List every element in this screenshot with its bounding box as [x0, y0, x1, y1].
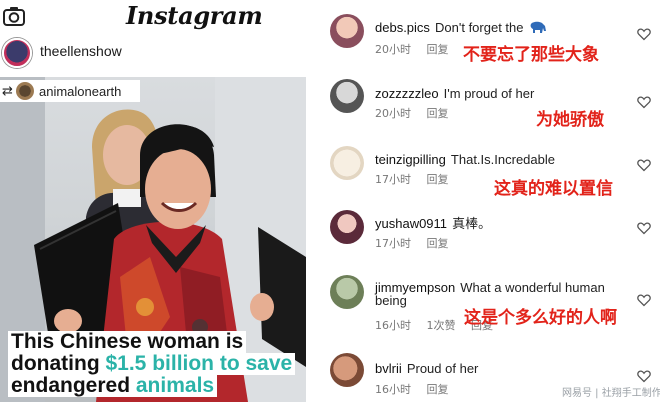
comment-item: zozzzzzleo I'm proud of her 20小时 回复 为她骄傲 — [318, 67, 660, 131]
comment-time: 16小时 — [375, 383, 411, 396]
comment-username[interactable]: zozzzzzleo — [375, 86, 439, 101]
commenter-avatar[interactable] — [330, 210, 364, 244]
comment-text: Proud of her — [406, 361, 479, 376]
caption-line-1: This Chinese woman is — [8, 331, 247, 353]
post-caption: This Chinese woman is donating $1.5 bill… — [8, 331, 306, 397]
heart-icon[interactable] — [637, 221, 651, 235]
camera-icon[interactable] — [3, 6, 25, 26]
caption-amount: $1.5 billion to save — [105, 352, 293, 375]
reply-button[interactable]: 回复 — [427, 173, 449, 186]
heart-icon[interactable] — [637, 95, 651, 109]
heart-icon[interactable] — [637, 158, 651, 172]
comment-username[interactable]: yushaw0911 — [375, 216, 447, 231]
heart-icon[interactable] — [637, 369, 651, 383]
comment-meta: 17小时 回复 — [375, 171, 461, 187]
reply-button[interactable]: 回复 — [427, 43, 449, 56]
heart-icon[interactable] — [637, 293, 651, 307]
comment-meta: 20小时 回复 — [375, 105, 461, 121]
reply-button[interactable]: 回复 — [427, 237, 449, 250]
app-logo: Instagram — [126, 1, 263, 30]
comment-translation: 这是个多么好的人啊 — [464, 308, 617, 328]
comment-body: yushaw0911 真棒。 — [375, 213, 491, 232]
comment-text: That.Is.Incredable — [450, 152, 555, 167]
repost-icon: ⇄ — [2, 84, 13, 99]
comment-text: I'm proud of her — [443, 86, 535, 101]
caption-line-2: donating $1.5 billion to save — [8, 352, 296, 375]
comment-time: 20小时 — [375, 107, 411, 120]
comment-body: bvlrii Proud of her — [375, 358, 478, 377]
elephant-icon — [530, 21, 546, 33]
author-username[interactable]: theellenshow — [40, 43, 122, 59]
comment-time: 20小时 — [375, 43, 411, 56]
comment-meta: 16小时 回复 — [375, 381, 461, 397]
comment-body: debs.pics Don't forget the — [375, 17, 547, 36]
comment-time: 17小时 — [375, 173, 411, 186]
caption-highlight: animals — [135, 374, 215, 397]
comment-time: 16小时 — [375, 319, 411, 332]
comment-body: jimmyempson What a wonderful human — [375, 277, 605, 296]
comment-item: debs.pics Don't forget the 20小时 回复 不要忘了那… — [318, 0, 660, 65]
instagram-post: Instagram theellenshow ⇄ animalonearth T… — [0, 0, 306, 402]
comment-text: 真棒。 — [452, 216, 492, 231]
comment-username[interactable]: bvlrii — [375, 361, 402, 376]
commenter-avatar[interactable] — [330, 275, 364, 309]
comment-username[interactable]: debs.pics — [375, 20, 430, 35]
comment-body: teinzigpilling That.Is.Incredable — [375, 149, 555, 168]
comment-meta: 17小时 回复 — [375, 235, 461, 251]
comment-time: 17小时 — [375, 237, 411, 250]
comment-text: Don't forget the — [435, 20, 524, 35]
caption-line-2-prefix: donating — [11, 352, 106, 375]
comment-translation: 不要忘了那些大象 — [463, 45, 599, 65]
comment-likes[interactable]: 1次赞 — [427, 319, 456, 332]
heart-icon[interactable] — [637, 27, 651, 41]
reply-button[interactable]: 回复 — [427, 107, 449, 120]
comment-translation: 这真的难以置信 — [494, 179, 613, 199]
comment-item: teinzigpilling That.Is.Incredable 17小时 回… — [318, 134, 660, 199]
comment-username[interactable]: teinzigpilling — [375, 152, 446, 167]
author-avatar[interactable] — [2, 38, 32, 68]
caption-line-3: endangered animals — [8, 374, 218, 397]
commenter-avatar[interactable] — [330, 353, 364, 387]
comment-translation: 为她骄傲 — [536, 110, 604, 130]
commenter-avatar[interactable] — [330, 14, 364, 48]
caption-line-3-prefix: endangered — [11, 374, 136, 397]
comment-item: jimmyempson What a wonderful human being… — [318, 266, 660, 340]
repost-handle[interactable]: animalonearth — [39, 84, 121, 99]
comment-meta: 20小时 回复 — [375, 41, 461, 57]
comment-text: What a wonderful human — [460, 280, 605, 295]
comments-panel: debs.pics Don't forget the 20小时 回复 不要忘了那… — [318, 0, 660, 402]
commenter-avatar[interactable] — [330, 79, 364, 113]
app-header: Instagram — [0, 0, 306, 36]
comment-text-continued: being — [375, 293, 407, 308]
comment-body: zozzzzzleo I'm proud of her — [375, 83, 534, 102]
repost-avatar[interactable] — [16, 82, 34, 100]
comment-item: yushaw0911 真棒。 17小时 回复 — [318, 200, 660, 264]
watermark: 网易号 | 社翔手工制作 — [562, 388, 660, 399]
reply-button[interactable]: 回复 — [427, 383, 449, 396]
commenter-avatar[interactable] — [330, 146, 364, 180]
